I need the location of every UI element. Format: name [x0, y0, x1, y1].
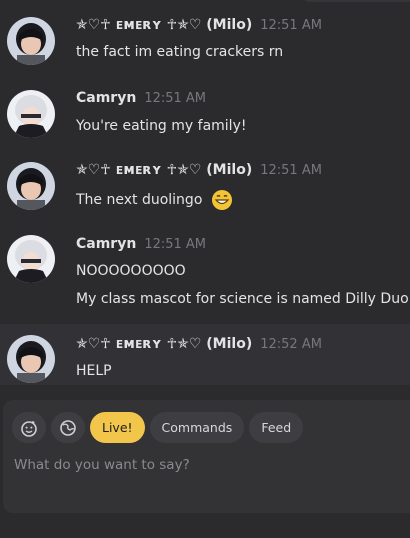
- avatar[interactable]: [7, 335, 55, 383]
- message-text: HELP: [76, 363, 112, 379]
- message-text: the fact im eating crackers rn: [76, 44, 284, 60]
- timestamp: 12:51 AM: [144, 91, 207, 106]
- feed-button[interactable]: Feed: [249, 412, 304, 443]
- timestamp: 12:51 AM: [144, 237, 207, 252]
- grinning-emoji-icon: [211, 190, 232, 210]
- message-item[interactable]: ✯♡☥ ᴇᴍᴇʀʏ ☥✯♡ (Milo) 12:52 AM HELP: [0, 324, 410, 385]
- author-name[interactable]: ✯♡☥ ᴇᴍᴇʀʏ ☥✯♡ (Milo): [76, 162, 252, 178]
- message-text: My class mascot for science is named Dil…: [76, 291, 409, 307]
- avatar[interactable]: [7, 162, 55, 210]
- avatar[interactable]: [7, 90, 55, 138]
- avatar[interactable]: [7, 235, 55, 283]
- message-input[interactable]: [12, 454, 410, 476]
- message-item[interactable]: Camryn 12:51 AM NOOOOOOOOO My class masc…: [0, 228, 410, 324]
- message-item[interactable]: ✯♡☥ ᴇᴍᴇʀʏ ☥✯♡ (Milo) 12:51 AM the fact i…: [0, 0, 410, 78]
- live-button[interactable]: Live!: [90, 412, 145, 443]
- avatar[interactable]: [7, 17, 55, 65]
- author-name[interactable]: Camryn: [76, 90, 136, 106]
- author-name[interactable]: ✯♡☥ ᴇᴍᴇʀʏ ☥✯♡ (Milo): [76, 17, 252, 33]
- timestamp: 12:51 AM: [260, 18, 322, 33]
- author-name[interactable]: ✯♡☥ ᴇᴍᴇʀʏ ☥✯♡ (Milo): [76, 336, 252, 352]
- timestamp: 12:51 AM: [260, 163, 322, 178]
- message-composer: Live! Commands Feed: [3, 400, 410, 513]
- message-text: You're eating my family!: [76, 118, 247, 134]
- globe-button[interactable]: [51, 412, 85, 443]
- message-text: The next duolingo: [76, 189, 233, 211]
- timestamp: 12:52 AM: [260, 337, 322, 352]
- message-text: NOOOOOOOOO: [76, 263, 186, 279]
- emoji-picker-icon: [21, 420, 37, 437]
- message-text-content: The next duolingo: [76, 192, 203, 208]
- commands-button[interactable]: Commands: [149, 412, 245, 443]
- message-item[interactable]: Camryn 12:51 AM You're eating my family!: [0, 78, 410, 150]
- message-list: ✯♡☥ ᴇᴍᴇʀʏ ☥✯♡ (Milo) 12:51 AM the fact i…: [0, 0, 410, 390]
- emoji-picker-button[interactable]: [12, 412, 46, 443]
- globe-icon: [60, 419, 76, 436]
- composer-toolbar: Live! Commands Feed: [12, 412, 304, 443]
- author-name[interactable]: Camryn: [76, 236, 136, 252]
- message-item[interactable]: ✯♡☥ ᴇᴍᴇʀʏ ☥✯♡ (Milo) 12:51 AM The next d…: [0, 150, 410, 228]
